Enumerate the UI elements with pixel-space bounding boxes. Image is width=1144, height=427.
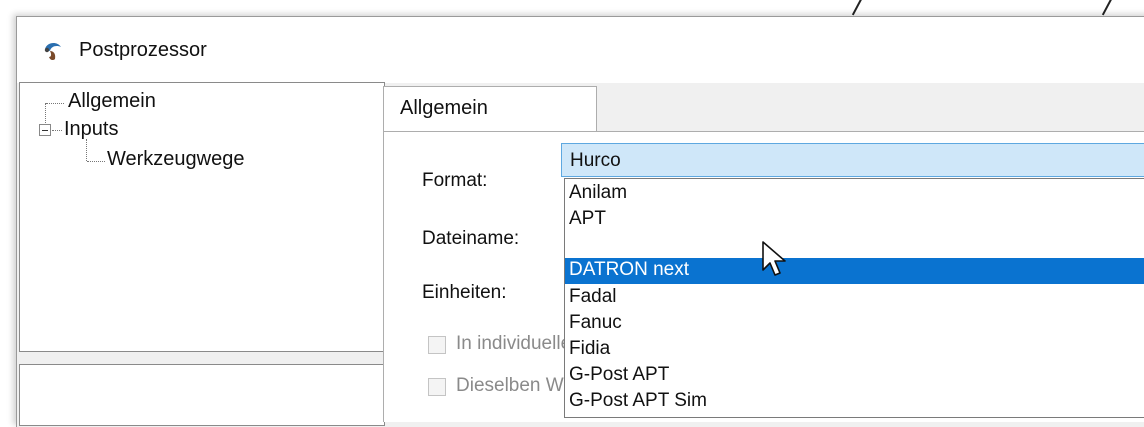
same-checkbox-label: Dieselben We — [456, 375, 574, 396]
background-stroke — [851, 0, 863, 16]
individual-checkbox-label: In individuelle — [456, 333, 572, 354]
title-bar: Postprozessor — [17, 17, 1144, 83]
tree-item-allgemein[interactable]: Allgemein — [68, 90, 156, 113]
dropdown-option-g-post-apt-sim[interactable]: G-Post APT Sim — [565, 389, 1144, 415]
individual-checkbox[interactable] — [428, 336, 446, 354]
lower-panel — [19, 364, 385, 426]
tree-connector — [86, 139, 87, 161]
settings-tree: Allgemein Inputs Werkzeugwege — [19, 82, 385, 352]
dropdown-option-datron-next[interactable]: DATRON next — [565, 258, 1144, 284]
same-checkbox[interactable] — [428, 378, 446, 396]
dropdown-option-anilam[interactable]: Anilam — [565, 181, 1144, 207]
format-label: Format: — [422, 170, 488, 191]
tab-label: Allgemein — [400, 97, 488, 119]
dropdown-option-apt[interactable]: APT — [565, 207, 1144, 233]
format-select[interactable]: Hurco — [561, 143, 1144, 177]
mouse-cursor-icon — [762, 241, 786, 276]
window-title: Postprozessor — [79, 39, 207, 61]
dropdown-option-fadal[interactable]: Fadal — [565, 285, 1144, 311]
tree-connector — [87, 161, 105, 162]
filename-label: Dateiname: — [422, 228, 520, 249]
format-dropdown-list[interactable]: Anilam APT DATRON next Fadal Fanuc Fidia… — [564, 178, 1144, 418]
tree-connector — [45, 103, 46, 125]
tab-allgemein[interactable]: Allgemein — [383, 86, 597, 133]
format-select-value: Hurco — [570, 150, 621, 171]
dropdown-option-fanuc[interactable]: Fanuc — [565, 311, 1144, 337]
background-area — [0, 0, 1144, 16]
tree-item-inputs[interactable]: Inputs — [64, 118, 118, 141]
dropdown-option-fidia[interactable]: Fidia — [565, 337, 1144, 363]
dropdown-option-g-post-apt[interactable]: G-Post APT — [565, 363, 1144, 389]
tree-connector — [52, 130, 62, 131]
tree-connector — [46, 103, 64, 104]
background-stroke — [1101, 0, 1113, 16]
app-swirl-icon — [44, 43, 61, 61]
tree-item-werkzeugwege[interactable]: Werkzeugwege — [107, 148, 244, 171]
units-label: Einheiten: — [422, 282, 507, 303]
collapse-icon[interactable] — [39, 124, 51, 136]
